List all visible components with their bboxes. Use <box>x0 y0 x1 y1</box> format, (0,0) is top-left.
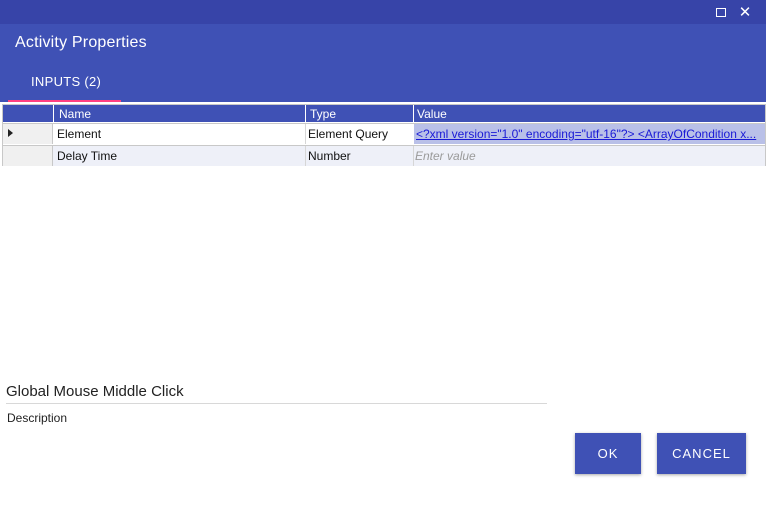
column-header-type[interactable]: Type <box>310 107 336 121</box>
ok-button[interactable]: OK <box>575 433 641 474</box>
row-header[interactable] <box>3 124 53 144</box>
column-header-value[interactable]: Value <box>417 107 447 121</box>
tab-active-indicator <box>8 100 121 102</box>
cell-name[interactable]: Delay Time <box>57 149 302 163</box>
cell-separator <box>413 146 414 166</box>
tab-inputs-label: INPUTS (2) <box>31 74 102 89</box>
close-icon[interactable]: ✕ <box>736 3 754 21</box>
cell-separator <box>305 124 306 144</box>
table-row[interactable]: Delay Time Number Enter value <box>3 145 765 166</box>
cell-type[interactable]: Element Query <box>308 127 412 141</box>
column-separator <box>305 105 306 122</box>
row-header[interactable] <box>3 146 53 166</box>
cell-name[interactable]: Element <box>57 127 302 141</box>
dialog-header: Activity Properties INPUTS (2) <box>0 24 766 102</box>
activity-name-field[interactable]: Global Mouse Middle Click <box>6 383 184 400</box>
column-header-name[interactable]: Name <box>59 107 91 121</box>
table-row[interactable]: Element Element Query <?xml version="1.0… <box>3 123 765 144</box>
dialog-title: Activity Properties <box>15 34 147 51</box>
column-separator <box>413 105 414 122</box>
current-row-arrow-icon <box>8 129 13 137</box>
cell-value[interactable]: <?xml version="1.0" encoding="utf-16"?> … <box>414 124 765 144</box>
activity-name-underline <box>6 403 547 404</box>
delay-time-value-input[interactable]: Enter value <box>415 149 476 163</box>
element-query-link[interactable]: <?xml version="1.0" encoding="utf-16"?> … <box>416 127 762 141</box>
description-field[interactable]: Description <box>7 411 67 425</box>
cell-separator <box>305 146 306 166</box>
tab-inputs[interactable]: INPUTS (2) <box>8 70 121 102</box>
cell-type[interactable]: Number <box>308 149 412 163</box>
maximize-icon[interactable] <box>712 3 730 21</box>
grid-header-row: Name Type Value <box>3 105 765 122</box>
cancel-button[interactable]: CANCEL <box>657 433 746 474</box>
window-titlebar: ✕ <box>0 0 766 24</box>
properties-grid: Name Type Value Element Element Query <?… <box>2 104 766 166</box>
column-separator <box>53 105 54 122</box>
